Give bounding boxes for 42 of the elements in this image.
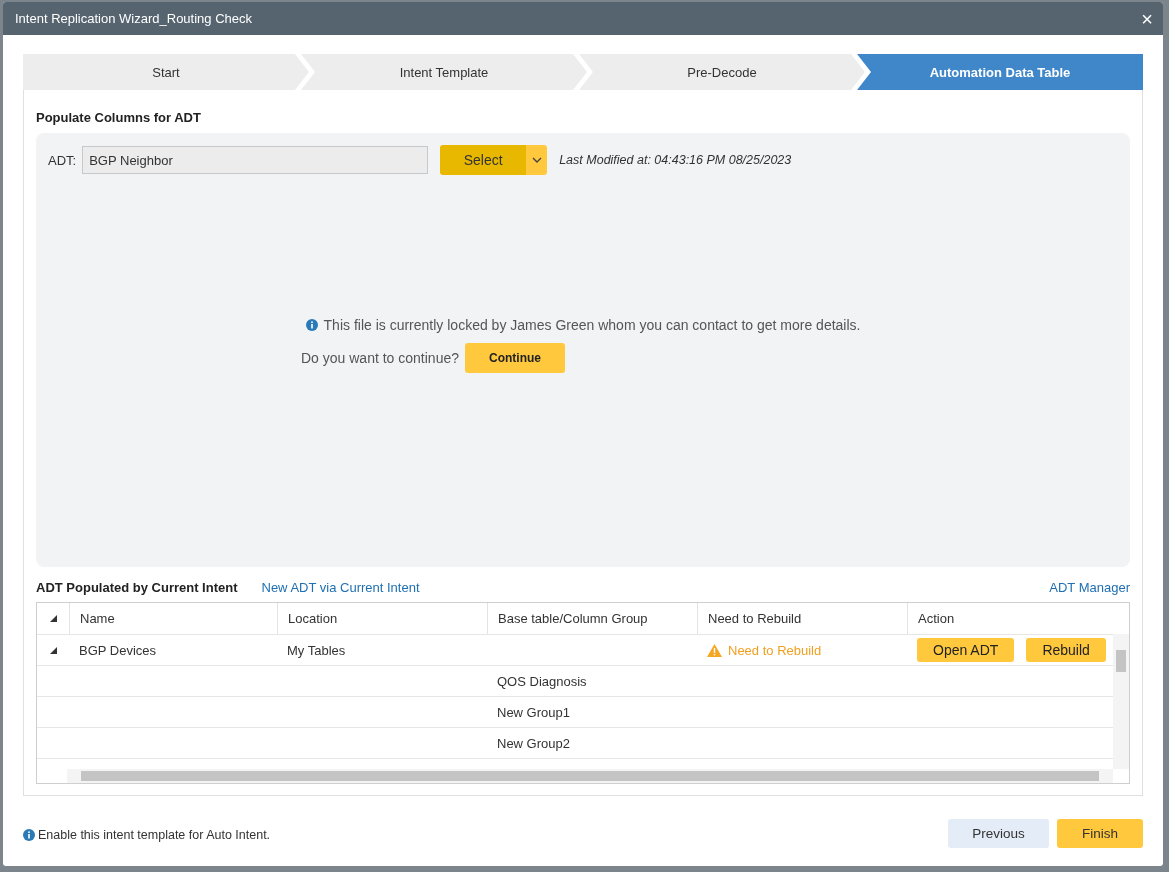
window-title: Intent Replication Wizard_Routing Check	[15, 11, 253, 26]
select-button[interactable]: Select	[440, 145, 527, 175]
table-cell-text: My Tables	[286, 641, 347, 660]
close-button[interactable]: ×	[1141, 8, 1153, 29]
warning-icon	[707, 643, 722, 657]
last-modified-text: Last Modified at: 04:43:16 PM 08/25/2023	[559, 153, 792, 167]
footer-note: Enable this intent template for Auto Intent.	[38, 828, 271, 842]
column-header[interactable]: Need to Rebuild	[697, 603, 907, 634]
section-heading: ADT Populated by Current Intent	[36, 580, 238, 595]
wizard-step[interactable]: Intent Template	[301, 54, 587, 90]
column-header[interactable]: Base table/Column Group	[487, 603, 697, 634]
adt-manager-link[interactable]: ADT Manager	[1049, 580, 1130, 595]
rebuild-status: Need to Rebuild	[728, 642, 822, 658]
column-header[interactable]: Name	[69, 603, 277, 634]
expand-icon[interactable]	[49, 615, 57, 622]
adt-field[interactable]: BGP Neighbor	[82, 146, 429, 174]
lock-message: This file is currently locked by James Green whom you can contact to get more details.	[323, 317, 861, 333]
finish-button[interactable]: Finish	[1057, 819, 1143, 848]
column-header[interactable]: Action	[907, 603, 1113, 634]
continue-button[interactable]: Continue	[465, 343, 565, 373]
new-adt-link[interactable]: New ADT via Current Intent	[261, 580, 420, 595]
table-cell-text: QOS Diagnosis	[496, 672, 588, 691]
info-icon	[305, 319, 318, 331]
expand-icon[interactable]	[49, 646, 57, 654]
wizard-step[interactable]: Pre-Decode	[579, 54, 865, 90]
wizard-step[interactable]: Start	[23, 54, 309, 90]
caret-icon	[531, 157, 542, 163]
previous-button[interactable]: Previous	[948, 819, 1049, 848]
adt-label: ADT:	[48, 152, 77, 168]
wizard-step[interactable]: Automation Data Table	[857, 54, 1143, 90]
section-heading: Populate Columns for ADT	[36, 110, 202, 125]
vertical-scrollbar[interactable]	[1113, 634, 1129, 769]
open-adt-button[interactable]: Open ADT	[917, 638, 1015, 662]
table-cell-text: BGP Devices	[78, 641, 158, 660]
column-header[interactable]: Location	[277, 603, 487, 634]
info-icon	[23, 829, 35, 841]
dropdown-button[interactable]	[526, 145, 548, 175]
horizontal-scrollbar[interactable]	[67, 769, 1113, 783]
table-cell-text: New Group2	[496, 734, 571, 753]
continue-prompt: Do you want to continue?	[301, 350, 459, 366]
rebuild-button[interactable]: Rebuild	[1026, 638, 1106, 662]
table-cell-text: New Group1	[496, 703, 571, 722]
